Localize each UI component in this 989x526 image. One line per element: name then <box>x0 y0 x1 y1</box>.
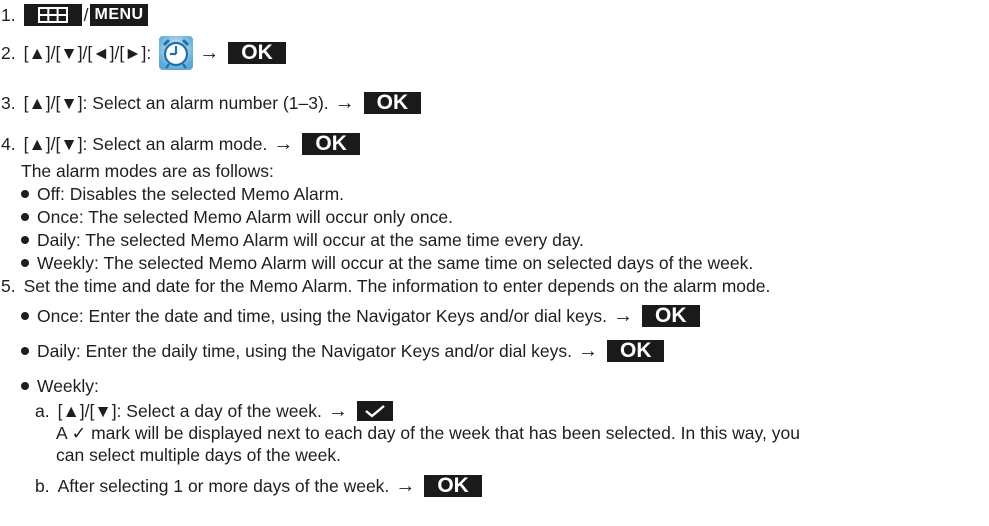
substep-text: After selecting 1 or more days of the we… <box>57 476 390 496</box>
weekly-text: Weekly: <box>37 376 99 396</box>
bullet-icon <box>21 259 29 267</box>
once-item: Once: Enter the date and time, using the… <box>21 305 700 327</box>
step-text: [▲]/[▼]: Select an alarm number (1–3). <box>23 93 329 113</box>
step-text: [▲]/[▼]: Select an alarm mode. <box>23 134 268 154</box>
once-text: Once: Enter the date and time, using the… <box>37 306 608 326</box>
arrow-icon: → <box>199 42 220 64</box>
ok-key: OK <box>606 340 665 362</box>
bullet-icon <box>21 236 29 244</box>
menu-key: MENU <box>90 4 148 26</box>
step-number: 5. <box>1 276 16 296</box>
check-icon <box>356 401 393 421</box>
mode-item: Off: Disables the selected Memo Alarm. <box>21 183 344 205</box>
bullet-icon <box>21 382 29 390</box>
arrow-icon: → <box>613 305 634 327</box>
ok-key: OK <box>228 42 286 64</box>
note-line-2: can select multiple days of the week. <box>56 445 342 465</box>
daily-text: Daily: Enter the daily time, using the N… <box>37 341 572 361</box>
mode-text: Daily: The selected Memo Alarm will occu… <box>37 230 584 250</box>
arrow-icon: → <box>577 340 598 362</box>
modes-intro: The alarm modes are as follows: <box>21 161 274 181</box>
arrow-icon: → <box>334 92 355 114</box>
ok-key: OK <box>363 92 422 114</box>
substep-text: [▲]/[▼]: Select a day of the week. <box>57 401 322 421</box>
bullet-icon <box>21 213 29 221</box>
mode-item: Once: The selected Memo Alarm will occur… <box>21 206 453 228</box>
bullet-icon <box>21 312 29 320</box>
arrow-icon: → <box>327 400 348 422</box>
bullet-icon <box>21 190 29 198</box>
ok-key: OK <box>424 475 482 497</box>
step-text: Set the time and date for the Memo Alarm… <box>23 276 771 296</box>
substep-label: b. <box>35 476 50 496</box>
step-number: 1. <box>1 5 16 25</box>
substep-label: a. <box>35 401 50 421</box>
bullet-icon <box>21 347 29 355</box>
arrow-icon: → <box>395 475 416 497</box>
substep-a: a. [▲]/[▼]: Select a day of the week. → <box>35 400 393 422</box>
step-number: 3. <box>1 93 16 113</box>
step-3: 3. [▲]/[▼]: Select an alarm number (1–3)… <box>1 92 422 114</box>
weekly-item: Weekly: <box>21 375 99 397</box>
step-2: 2. [▲]/[▼]/[◄]/[►]: → OK <box>1 36 286 70</box>
mode-item: Weekly: The selected Memo Alarm will occ… <box>21 252 753 274</box>
arrow-icon: → <box>273 133 294 155</box>
mode-text: Once: The selected Memo Alarm will occur… <box>37 207 453 227</box>
substep-b: b. After selecting 1 or more days of the… <box>35 475 482 497</box>
step-number: 4. <box>1 134 16 154</box>
daily-item: Daily: Enter the daily time, using the N… <box>21 340 665 362</box>
menu-grid-icon <box>23 4 82 26</box>
note-line-1: A ✓ mark will be displayed next to each … <box>56 423 800 443</box>
mode-item: Daily: The selected Memo Alarm will occu… <box>21 229 584 251</box>
step-4: 4. [▲]/[▼]: Select an alarm mode. → OK <box>1 133 360 155</box>
nav-keys-text: [▲]/[▼]/[◄]/[►]: <box>23 43 152 63</box>
mode-text: Off: Disables the selected Memo Alarm. <box>37 184 345 204</box>
step-1: 1. / MENU <box>1 4 148 26</box>
mode-text: Weekly: The selected Memo Alarm will occ… <box>37 253 754 273</box>
ok-key: OK <box>642 305 700 327</box>
step-number: 2. <box>1 43 16 63</box>
alarm-clock-icon <box>159 36 194 70</box>
separator: / <box>83 5 89 25</box>
step-5: 5. Set the time and date for the Memo Al… <box>1 275 770 297</box>
ok-key: OK <box>302 133 360 155</box>
